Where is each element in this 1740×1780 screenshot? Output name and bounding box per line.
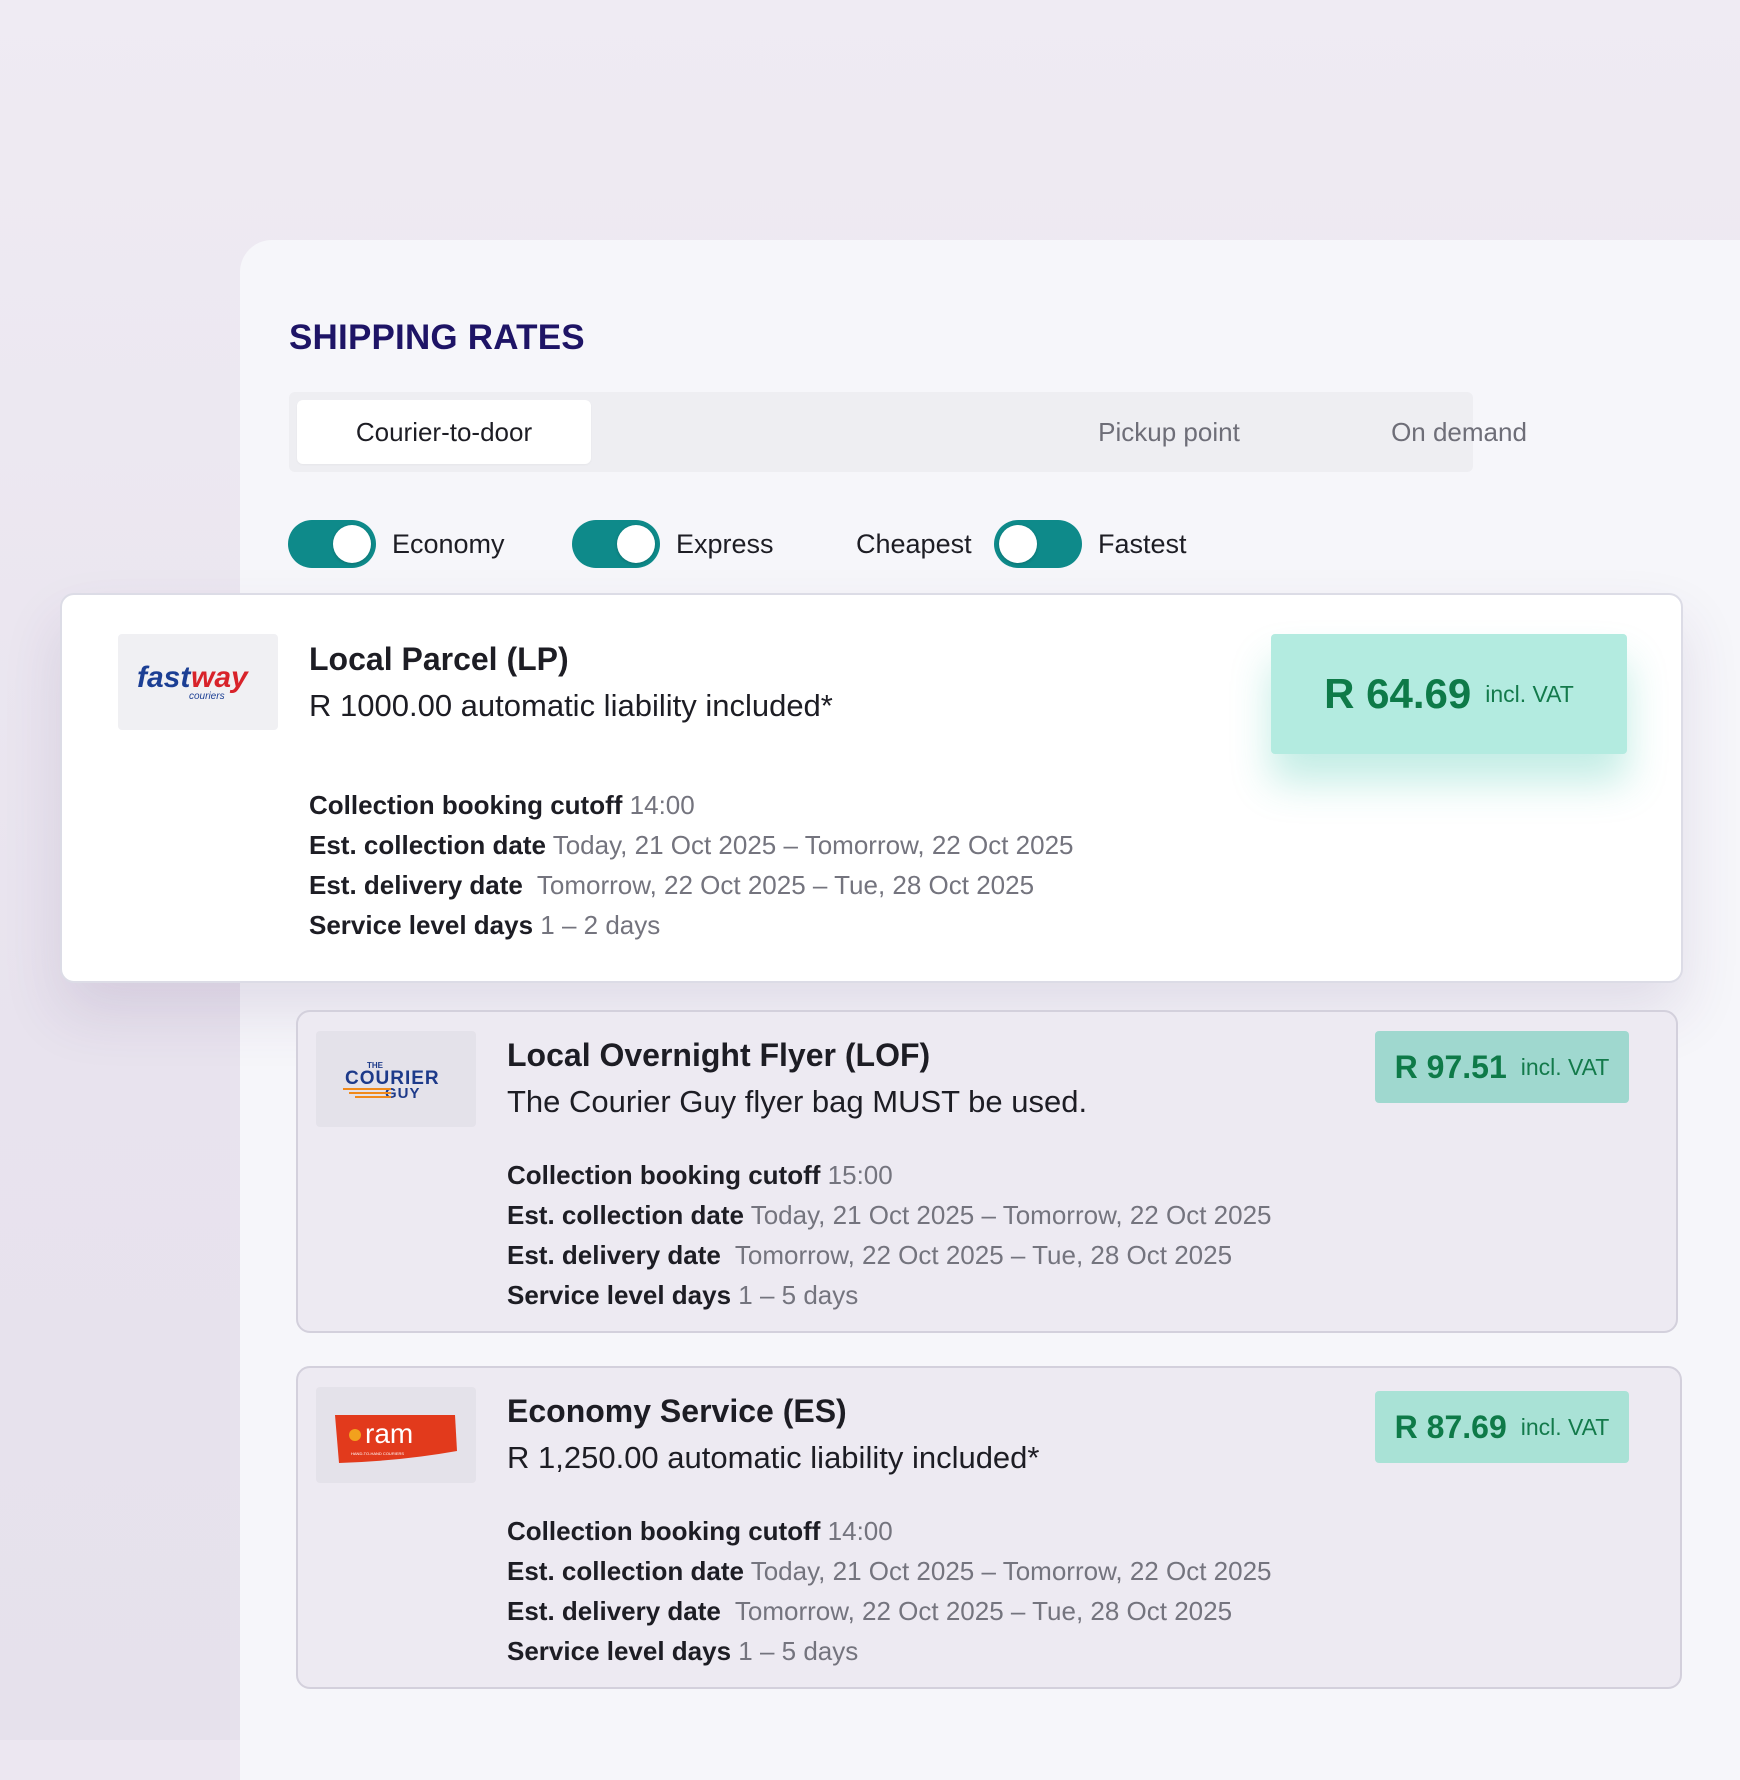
price-amount: R 64.69	[1324, 670, 1472, 717]
cutoff-value: 14:00	[629, 790, 695, 820]
svg-text:couriers: couriers	[189, 691, 225, 702]
cheapest-label: Cheapest	[856, 529, 972, 559]
cutoff-row: Collection booking cutoff 14:00	[309, 785, 1074, 825]
cutoff-label: Collection booking cutoff	[507, 1160, 821, 1190]
cutoff-label: Collection booking cutoff	[309, 790, 623, 820]
cutoff-value: 14:00	[827, 1516, 893, 1546]
delivery-row: Est. delivery date Tomorrow, 22 Oct 2025…	[507, 1235, 1272, 1275]
service-days-row: Service level days 1 – 5 days	[507, 1275, 1272, 1315]
express-toggle[interactable]	[572, 520, 660, 568]
tab-courier-to-door[interactable]: Courier-to-door	[297, 400, 591, 464]
cutoff-row: Collection booking cutoff 14:00	[507, 1511, 1272, 1551]
collection-value: Today, 21 Oct 2025 – Tomorrow, 22 Oct 20…	[552, 830, 1074, 860]
delivery-value: Tomorrow, 22 Oct 2025 – Tue, 28 Oct 2025	[734, 1240, 1233, 1270]
rate-card-local-overnight-flyer[interactable]: THE COURIER GUY Local Overnight Flyer (L…	[296, 1010, 1678, 1333]
delivery-type-tabs: Courier-to-door Pickup point On demand	[289, 392, 1527, 472]
toggle-knob	[999, 525, 1037, 563]
svg-text:way: way	[191, 661, 249, 694]
collection-row: Est. collection date Today, 21 Oct 2025 …	[309, 825, 1074, 865]
ram-logo-icon: ram HAND-TO-HAND COURIERS	[335, 1415, 457, 1463]
delivery-label: Est. delivery date	[309, 870, 523, 900]
collection-label: Est. collection date	[309, 830, 546, 860]
rate-details: Collection booking cutoff 14:00 Est. col…	[507, 1511, 1272, 1671]
rate-details: Collection booking cutoff 14:00 Est. col…	[309, 785, 1074, 945]
collection-label: Est. collection date	[507, 1556, 744, 1586]
delivery-label: Est. delivery date	[507, 1596, 721, 1626]
service-days-label: Service level days	[507, 1280, 732, 1310]
fastest-label: Fastest	[1098, 529, 1187, 559]
collection-row: Est. collection date Today, 21 Oct 2025 …	[507, 1551, 1272, 1591]
service-days-label: Service level days	[507, 1636, 732, 1666]
service-name: Local Overnight Flyer (LOF)	[507, 1037, 931, 1073]
cutoff-label: Collection booking cutoff	[507, 1516, 821, 1546]
service-days-row: Service level days 1 – 2 days	[309, 905, 1074, 945]
collection-value: Today, 21 Oct 2025 – Tomorrow, 22 Oct 20…	[750, 1556, 1272, 1586]
service-name: Economy Service (ES)	[507, 1393, 847, 1429]
economy-toggle[interactable]	[288, 520, 376, 568]
collection-label: Est. collection date	[507, 1200, 744, 1230]
price-button[interactable]: R 97.51 incl. VAT	[1375, 1031, 1629, 1103]
price-button[interactable]: R 64.69 incl. VAT	[1271, 634, 1627, 754]
cutoff-value: 15:00	[827, 1160, 893, 1190]
service-days-label: Service level days	[309, 910, 534, 940]
delivery-row: Est. delivery date Tomorrow, 22 Oct 2025…	[309, 865, 1074, 905]
vat-label: incl. VAT	[1485, 680, 1574, 707]
service-name: Local Parcel (LP)	[309, 641, 569, 677]
economy-label: Economy	[392, 529, 505, 559]
collection-row: Est. collection date Today, 21 Oct 2025 …	[507, 1195, 1272, 1235]
delivery-label: Est. delivery date	[507, 1240, 721, 1270]
service-days-value: 1 – 5 days	[738, 1636, 859, 1666]
svg-text:HAND-TO-HAND COURIERS: HAND-TO-HAND COURIERS	[351, 1451, 404, 1456]
cutoff-row: Collection booking cutoff 15:00	[507, 1155, 1272, 1195]
svg-text:fast: fast	[137, 661, 192, 694]
toggle-knob	[617, 525, 655, 563]
svg-text:ram: ram	[365, 1418, 413, 1449]
tab-pickup-point[interactable]: Pickup point	[1029, 400, 1309, 464]
fastway-logo: fast way couriers	[118, 634, 278, 730]
rate-card-economy-service[interactable]: ram HAND-TO-HAND COURIERS Economy Servic…	[296, 1366, 1682, 1689]
courier-guy-logo: THE COURIER GUY	[316, 1031, 476, 1127]
service-days-value: 1 – 2 days	[540, 910, 661, 940]
service-note: R 1000.00 automatic liability included*	[309, 688, 833, 723]
rate-card-local-parcel[interactable]: fast way couriers Local Parcel (LP) R 10…	[60, 593, 1683, 983]
service-days-row: Service level days 1 – 5 days	[507, 1631, 1272, 1671]
fastway-logo-icon: fast way couriers	[137, 661, 249, 702]
service-days-value: 1 – 5 days	[738, 1280, 859, 1310]
page-title: SHIPPING RATES	[289, 318, 585, 357]
app-background: SHIPPING RATES Courier-to-door Pickup po…	[0, 0, 1740, 1780]
toggle-knob	[333, 525, 371, 563]
vat-label: incl. VAT	[1520, 1413, 1610, 1440]
price-amount: R 97.51	[1394, 1048, 1507, 1085]
price-button[interactable]: R 87.69 incl. VAT	[1375, 1391, 1629, 1463]
vat-label: incl. VAT	[1520, 1053, 1610, 1080]
collection-value: Today, 21 Oct 2025 – Tomorrow, 22 Oct 20…	[750, 1200, 1272, 1230]
delivery-value: Tomorrow, 22 Oct 2025 – Tue, 28 Oct 2025	[734, 1596, 1233, 1626]
delivery-row: Est. delivery date Tomorrow, 22 Oct 2025…	[507, 1591, 1272, 1631]
service-note: R 1,250.00 automatic liability included*	[507, 1440, 1040, 1475]
service-note: The Courier Guy flyer bag MUST be used.	[507, 1084, 1088, 1119]
cheapest-fastest-toggle[interactable]	[994, 520, 1082, 568]
ram-logo: ram HAND-TO-HAND COURIERS	[316, 1387, 476, 1483]
rate-details: Collection booking cutoff 15:00 Est. col…	[507, 1155, 1272, 1315]
price-amount: R 87.69	[1394, 1408, 1507, 1445]
delivery-value: Tomorrow, 22 Oct 2025 – Tue, 28 Oct 2025	[536, 870, 1035, 900]
tab-on-demand[interactable]: On demand	[1319, 400, 1599, 464]
courier-guy-logo-icon: THE COURIER GUY	[343, 1061, 439, 1102]
express-label: Express	[676, 529, 774, 559]
